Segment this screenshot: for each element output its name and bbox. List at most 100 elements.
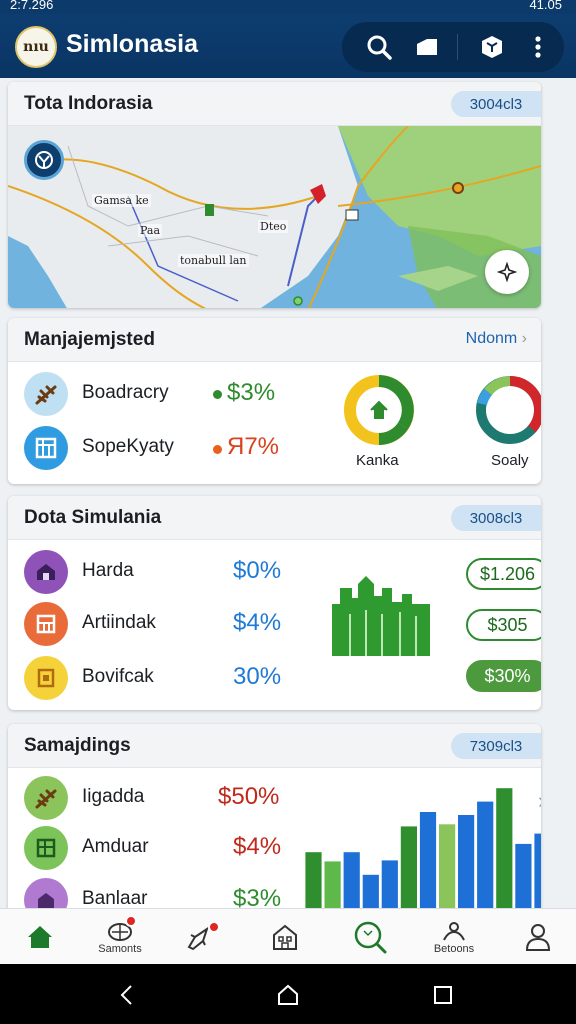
nav-home[interactable] xyxy=(0,909,80,965)
nav-samonts[interactable]: Samonts xyxy=(80,909,160,965)
recents-icon[interactable] xyxy=(428,980,458,1010)
compass-icon[interactable] xyxy=(24,140,64,180)
list-item-label: Harda xyxy=(82,560,134,581)
list-item[interactable]: Bovifcak 30% xyxy=(24,654,304,702)
donut-chart-soaly xyxy=(476,375,541,444)
app-bar: nıu Simlonasia xyxy=(0,14,576,78)
folder-icon[interactable] xyxy=(412,32,442,62)
tree-icon xyxy=(24,372,68,416)
grid-icon xyxy=(24,826,68,870)
notification-badge xyxy=(125,915,137,927)
map-label: Gamsa ke xyxy=(92,194,151,207)
map-card: Tota Indorasia 3004cl3 Gamsa ke Paa Dteo… xyxy=(8,82,541,308)
map-view[interactable]: Gamsa ke Paa Dteo tonabull lan xyxy=(8,125,541,308)
nav-rocket[interactable] xyxy=(160,909,240,965)
chevron-right-icon: › xyxy=(521,330,527,347)
crosshair-icon xyxy=(497,262,517,282)
list-item[interactable]: Amduar $4% xyxy=(24,824,304,872)
donut-chart-kanka xyxy=(344,375,414,445)
bottom-nav: Samonts Betoons xyxy=(0,908,576,964)
list-item-value: $50% xyxy=(218,783,280,810)
list-item-value: 30% xyxy=(233,663,282,690)
notification-badge xyxy=(208,921,220,933)
list-item[interactable]: Boadracry $3% xyxy=(24,370,324,418)
map-card-chip[interactable]: 3004cl3 xyxy=(451,91,541,117)
bar-2 xyxy=(324,861,341,914)
bar-3 xyxy=(343,852,360,914)
bar-5 xyxy=(381,860,398,914)
list-item-value: $4% xyxy=(233,833,282,860)
cube-icon[interactable] xyxy=(477,32,507,62)
system-nav-bar xyxy=(0,964,576,1024)
nav-search[interactable] xyxy=(330,909,410,965)
bar-11 xyxy=(496,788,513,914)
locate-button[interactable] xyxy=(485,250,529,294)
list-item[interactable]: Harda $0% xyxy=(24,548,304,596)
search-icon[interactable] xyxy=(364,32,394,62)
nav-label: Samonts xyxy=(98,942,142,955)
city-skyline-graphic xyxy=(332,576,430,656)
manage-card-link[interactable]: Ndonm › xyxy=(466,330,527,348)
bar-9 xyxy=(458,815,475,914)
savings-card: Samajdings 7309cl3 Iigadda $50% Amduar $… xyxy=(8,724,541,920)
map-label: Paa xyxy=(138,224,163,237)
simulation-card-chip[interactable]: 3008cl3 xyxy=(451,505,541,531)
manage-card-title: Manjajemjsted xyxy=(24,329,155,350)
bar-13 xyxy=(534,833,541,914)
app-logo: nıu xyxy=(15,26,57,68)
list-item-value: $4% xyxy=(233,609,282,636)
amount-pill[interactable]: $305 xyxy=(466,609,541,641)
document-icon xyxy=(24,656,68,700)
list-item[interactable]: Artiindak $4% xyxy=(24,600,304,648)
nav-profile[interactable] xyxy=(498,909,576,965)
list-item-label: Iigadda xyxy=(82,786,145,807)
status-bar: 2:7.296 41.05 xyxy=(0,0,576,14)
list-item-value: $0% xyxy=(233,557,282,584)
status-time: 2:7.296 xyxy=(10,0,54,12)
bar-6 xyxy=(400,826,417,914)
home-button-icon[interactable] xyxy=(273,980,303,1010)
list-item-label: Banlaar xyxy=(82,888,148,909)
bar-7 xyxy=(419,812,437,914)
map-card-title: Tota Indorasia xyxy=(24,93,153,114)
savings-card-title: Samajdings xyxy=(24,735,131,756)
tree-icon xyxy=(24,776,68,820)
more-vertical-icon[interactable] xyxy=(523,32,553,62)
manage-card-header: Manjajemjsted Ndonm › xyxy=(8,318,541,362)
map-label: tonabull lan xyxy=(178,254,249,267)
simulation-card: Dota Simulania 3008cl3 Harda $0% Artiind… xyxy=(8,496,541,710)
app-title: Simlonasia xyxy=(66,30,198,58)
donut-label: Kanka xyxy=(356,452,399,469)
search-icon xyxy=(354,921,387,954)
group-icon xyxy=(443,921,465,940)
status-dot xyxy=(213,445,222,454)
back-icon[interactable] xyxy=(112,980,142,1010)
amount-pill[interactable]: $1.206 xyxy=(466,558,541,590)
building-icon xyxy=(273,924,297,950)
status-dot xyxy=(213,390,222,399)
list-item-label: SopeKyaty xyxy=(82,436,174,457)
simulation-card-title: Dota Simulania xyxy=(24,507,162,528)
savings-card-header: Samajdings 7309cl3 xyxy=(8,724,541,768)
list-item[interactable]: SopeKyaty Я7% xyxy=(24,424,324,472)
toolbar-divider xyxy=(457,34,458,60)
toolbar xyxy=(342,22,564,72)
list-item-label: Artiindak xyxy=(82,612,156,633)
nav-betoons[interactable]: Betoons xyxy=(414,909,494,965)
list-item[interactable]: Iigadda $50% xyxy=(24,774,304,822)
list-item-label: Amduar xyxy=(82,836,149,857)
map-card-header: Tota Indorasia 3004cl3 xyxy=(8,82,541,126)
home-icon xyxy=(28,926,52,948)
manage-card-link-label: Ndonm xyxy=(465,330,518,347)
bar-8 xyxy=(439,824,456,914)
bar-12 xyxy=(515,843,532,914)
nav-building[interactable] xyxy=(245,909,325,965)
manage-card: Manjajemjsted Ndonm › Boadracry $3% Sope… xyxy=(8,318,541,484)
simulation-card-header: Dota Simulania 3008cl3 xyxy=(8,496,541,540)
amount-pill[interactable]: $30% xyxy=(466,660,541,692)
status-battery-text: 41.05 xyxy=(529,0,562,12)
savings-bar-chart xyxy=(305,788,541,914)
map-label: Dteo xyxy=(258,220,289,233)
savings-card-chip[interactable]: 7309cl3 xyxy=(451,733,541,759)
nav-label: Betoons xyxy=(433,942,475,955)
